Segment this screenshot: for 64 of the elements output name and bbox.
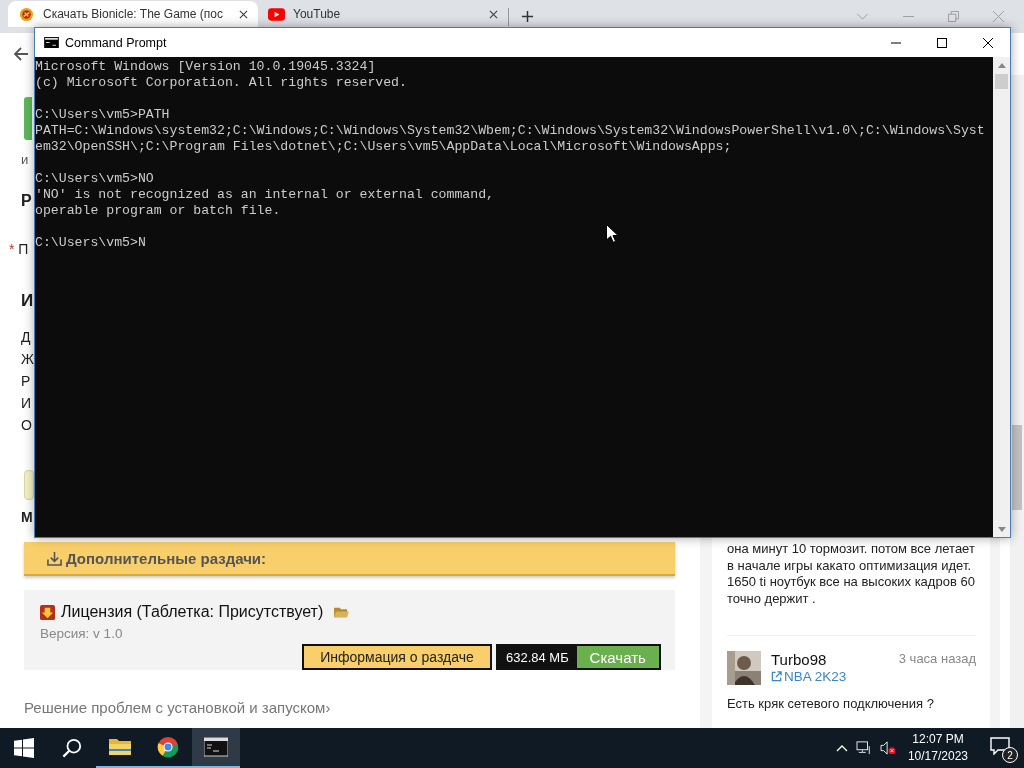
network-icon[interactable] xyxy=(855,741,872,755)
list-item: О xyxy=(21,416,33,435)
scroll-up-icon[interactable] xyxy=(997,63,1006,68)
console-line: C:\Users\vm5>PATH xyxy=(35,107,171,123)
date-text: 10/17/2023 xyxy=(907,748,968,765)
pointer-icon xyxy=(606,224,618,243)
window-title: Command Prompt xyxy=(65,35,167,50)
scrollbar-thumb[interactable] xyxy=(1012,425,1022,510)
game-link[interactable]: NBA 2K23 xyxy=(771,669,847,684)
search-icon[interactable] xyxy=(62,738,82,758)
console-line: C:\Users\vm5>NO xyxy=(35,171,155,187)
folder-icon[interactable] xyxy=(108,736,132,758)
section-label: Р xyxy=(21,192,32,210)
chrome-icon[interactable] xyxy=(156,736,180,758)
file-size: 632.84 МБ xyxy=(498,646,577,668)
time-text: 12:07 PM xyxy=(912,731,964,748)
author-name[interactable]: Turbo98 xyxy=(771,651,827,668)
scrollbar-thumb[interactable] xyxy=(995,74,1008,89)
required-mark: * xyxy=(9,241,15,257)
console-line: (c) Microsoft Corporation. All rights reserved. xyxy=(35,75,408,91)
clock[interactable]: 12:07 PM 10/17/2023 xyxy=(907,731,968,765)
play-icon xyxy=(268,6,285,22)
close-icon[interactable] xyxy=(489,9,498,19)
info-button[interactable]: Информация о раздаче xyxy=(302,644,492,670)
console-line: em32\OpenSSH\;C:\Program Files\dotnet\;C:\Users\vm5\AppData\Local\Microsoft\WindowsApps; xyxy=(35,139,733,155)
comment-time: 3 часа назад xyxy=(898,651,976,668)
terminal-icon[interactable] xyxy=(204,736,228,758)
scroll-down-icon[interactable] xyxy=(997,527,1006,532)
console-line: PATH=C:\Windows\system32;C:\Windows;C:\Windows\System32\Wbem;C:\Windows\System32\WindowsPowerShell\v1.0\;C:\Windows\Syst xyxy=(35,123,986,139)
download-control[interactable]: 632.84 МБ Скачать xyxy=(496,644,661,670)
comment-text: она минут 10 тормозит. потом все летает в начале игры какато оптимизация идет. 1650 ti ноутбук все на высоких кадров 60 точно держит . xyxy=(727,541,976,607)
download-arrow-icon xyxy=(40,604,55,620)
maximize-icon[interactable] xyxy=(937,37,947,48)
browser-tab[interactable]: Скачать Bionicle: The Game (пос xyxy=(8,1,258,27)
section-heading: И xyxy=(21,290,34,312)
list-item: И xyxy=(21,394,33,413)
download-icon xyxy=(47,550,62,566)
list-item: Д xyxy=(21,328,32,347)
close-icon[interactable] xyxy=(239,9,248,19)
release-title: Лицензия (Таблетка: Присутствует) xyxy=(61,603,324,621)
emblem-icon xyxy=(18,6,35,22)
list-item: Ж xyxy=(21,350,34,369)
comment-text: Есть кряк сетевого подключения ? xyxy=(727,696,935,713)
back-arrow-icon[interactable] xyxy=(13,46,29,62)
start-icon[interactable] xyxy=(14,738,34,758)
help-link[interactable]: Решение проблем с установкой и запуском› xyxy=(24,699,331,716)
console-line: Microsoft Windows [Version 10.0.19045.3324] xyxy=(35,59,377,75)
close-icon[interactable] xyxy=(983,37,993,48)
console-line: C:\Users\vm5>N xyxy=(35,235,147,251)
banner-title: Дополнительные раздачи: xyxy=(66,549,267,567)
note-text: и xyxy=(21,152,29,168)
field-label: П xyxy=(18,241,29,257)
version-text: Версия: v 1.0 xyxy=(40,626,124,641)
list-item: Р xyxy=(21,372,32,391)
console-line: 'NO' is not recognized as an internal or external command, xyxy=(35,187,495,203)
browser-tab[interactable]: YouTube xyxy=(258,1,508,27)
terminal-icon xyxy=(44,37,59,48)
section-label: М xyxy=(21,508,33,526)
chevron-up-icon[interactable] xyxy=(835,744,848,752)
plus-icon[interactable] xyxy=(521,10,534,23)
external-link-icon xyxy=(771,671,782,682)
notification-badge: 2 xyxy=(1002,747,1018,763)
muted-speaker-icon[interactable] xyxy=(879,741,896,755)
console-line: operable program or batch file. xyxy=(35,203,282,219)
